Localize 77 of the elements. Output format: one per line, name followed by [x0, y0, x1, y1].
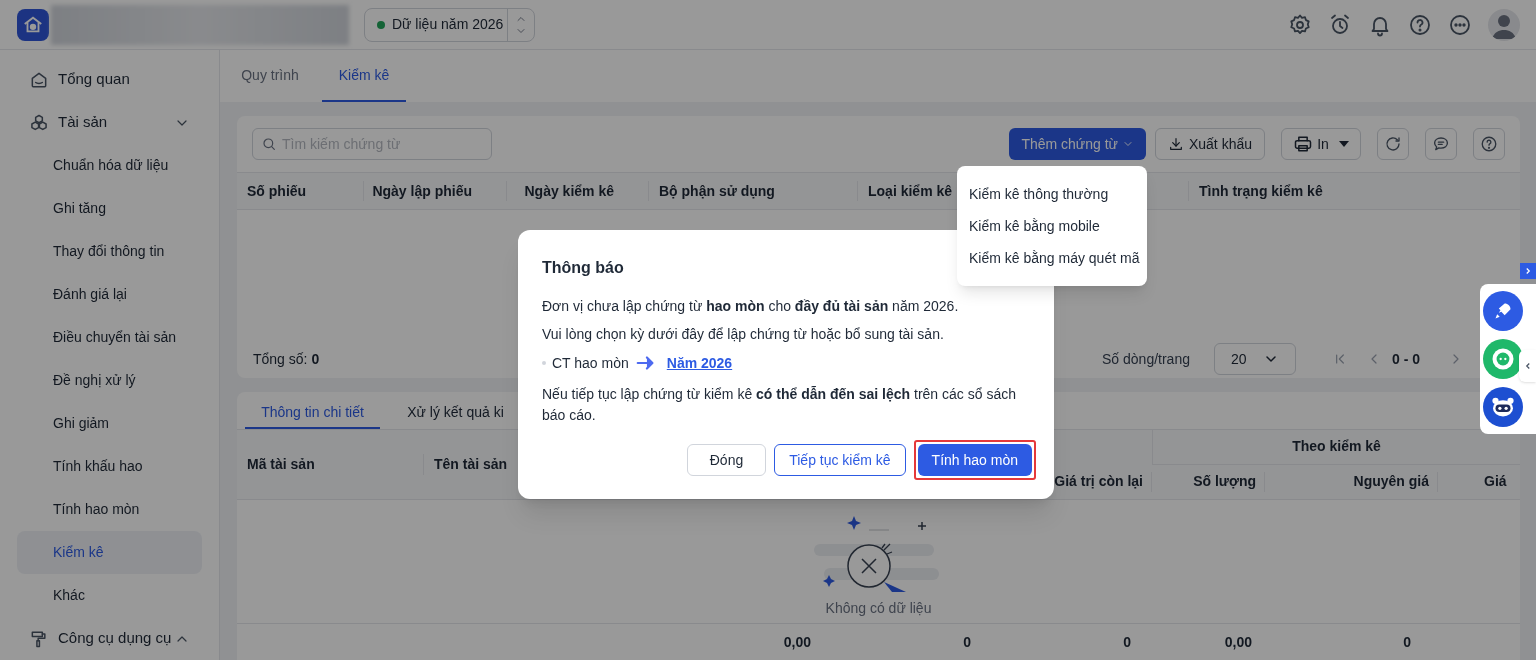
- sidebar-item[interactable]: Tính khấu hao: [17, 445, 202, 488]
- column-header: Tên tài sản: [423, 454, 508, 475]
- robot-icon[interactable]: [1483, 387, 1523, 427]
- sidebar-item[interactable]: Kiểm kê: [17, 531, 202, 574]
- column-header: Số lượng: [1193, 472, 1256, 492]
- period-label: CT hao mòn: [552, 353, 629, 373]
- menu-item[interactable]: Kiểm kê bằng máy quét mã: [957, 242, 1147, 274]
- column-group-header: Theo kiểm kê: [1292, 437, 1381, 457]
- column-header: Ngày kiểm kê: [524, 181, 615, 201]
- column-header: Nguyên giá: [1353, 472, 1429, 492]
- total-count: Tổng số: 0: [253, 349, 320, 369]
- calculate-button[interactable]: Tính hao mòn: [917, 444, 1032, 476]
- dialog-message: Đơn vị chưa lập chứng từ hao mòn cho đầy đủ tài sản năm 2026.: [542, 297, 960, 316]
- refresh-button[interactable]: [1377, 128, 1409, 160]
- column-header: Giá trị còn lại: [1054, 472, 1143, 492]
- add-voucher-button[interactable]: Thêm chứng từ: [1009, 128, 1146, 160]
- dialog-message: Nếu tiếp tục lập chứng từ kiểm kê có thể dẫn đến sai lệch trên các sổ sách báo cáo.: [542, 385, 1017, 425]
- dialog-message: Vui lòng chọn kỳ dưới đây để lập chứng từ hoặc bổ sung tài sản.: [542, 325, 945, 344]
- expand-tab-icon[interactable]: [1520, 263, 1536, 279]
- dialog-title: Thông báo: [542, 258, 624, 278]
- help-icon[interactable]: [1408, 12, 1432, 37]
- alarm-clock-icon[interactable]: [1328, 12, 1352, 37]
- sidebar-item[interactable]: Ghi giảm: [17, 402, 202, 445]
- sidebar-item[interactable]: Tài sản: [17, 101, 202, 144]
- chat-icon: [1432, 135, 1450, 153]
- sidebar-item[interactable]: Ghi tăng: [17, 187, 202, 230]
- sidebar-item[interactable]: Khác: [17, 574, 202, 617]
- sidebar-item[interactable]: Tổng quan: [17, 58, 202, 101]
- export-button[interactable]: Xuất khẩu: [1154, 128, 1265, 160]
- column-header: Số phiếu: [247, 181, 307, 201]
- chatbot-icon[interactable]: [1483, 339, 1523, 379]
- continue-button[interactable]: Tiếp tục kiểm kê: [774, 444, 906, 476]
- year-link[interactable]: Năm 2026: [666, 352, 733, 374]
- cubes-icon: [29, 112, 49, 133]
- collapse-tab-icon[interactable]: [1519, 350, 1536, 382]
- avatar[interactable]: [1488, 8, 1520, 41]
- total-cell-text: 0: [963, 632, 971, 652]
- sidebar-item[interactable]: Đề nghị xử lý: [17, 359, 202, 402]
- more-icon[interactable]: [1448, 12, 1472, 37]
- total-cell-text: 0,00: [1224, 632, 1252, 652]
- tab[interactable]: Kiểm kê: [322, 50, 406, 102]
- caret-icon: [1338, 141, 1349, 147]
- column-header: Tình trạng kiểm kê: [1199, 181, 1323, 201]
- gear-icon[interactable]: [1288, 12, 1312, 37]
- help-icon: [1480, 135, 1498, 153]
- rows-per-page-label: Số dòng/trang: [1102, 349, 1190, 369]
- page-range: 0 - 0: [1392, 349, 1420, 369]
- printer-icon: [1293, 134, 1314, 154]
- print-button[interactable]: In: [1281, 128, 1361, 160]
- refresh-icon: [1384, 135, 1402, 153]
- close-button[interactable]: Đóng: [686, 444, 767, 476]
- menu-item[interactable]: Kiểm kê bằng mobile: [957, 210, 1147, 242]
- sidebar-item[interactable]: Đánh giá lại: [17, 273, 202, 316]
- total-cell-text: 0,00: [783, 632, 811, 652]
- bullet-icon: [542, 361, 546, 365]
- empty-state-text: Không có dữ liệu: [825, 599, 932, 618]
- app-logo[interactable]: [17, 8, 49, 41]
- sidebar-item[interactable]: Điều chuyển tài sản: [17, 316, 202, 359]
- sidebar-item[interactable]: Chuẩn hóa dữ liệu: [17, 144, 202, 187]
- tab[interactable]: Quy trình: [228, 50, 312, 102]
- sidebar-item[interactable]: Thay đổi thông tin: [17, 230, 202, 273]
- column-header: Bộ phận sử dụng: [659, 181, 775, 201]
- column-header: Ngày lập phiếu: [372, 181, 473, 201]
- chat-button[interactable]: [1425, 128, 1457, 160]
- column-header: Giá: [1484, 472, 1507, 492]
- download-icon: [1167, 136, 1184, 152]
- search-icon: [261, 136, 277, 152]
- year-label: Dữ liệu năm 2026: [392, 15, 504, 34]
- total-cell-text: 0: [1403, 632, 1411, 652]
- column-header: Mã tài sản: [247, 455, 315, 474]
- menu-item[interactable]: Kiểm kê thông thường: [957, 178, 1147, 210]
- help-button[interactable]: [1473, 128, 1505, 160]
- total-cell-text: 0: [1123, 632, 1131, 652]
- sidebar-item[interactable]: Tính hao mòn: [17, 488, 202, 531]
- sidebar-item[interactable]: Công cụ dụng cụ: [17, 617, 202, 660]
- column-header: Loại kiểm kê: [868, 181, 953, 201]
- page-size-select[interactable]: 20: [1214, 343, 1296, 375]
